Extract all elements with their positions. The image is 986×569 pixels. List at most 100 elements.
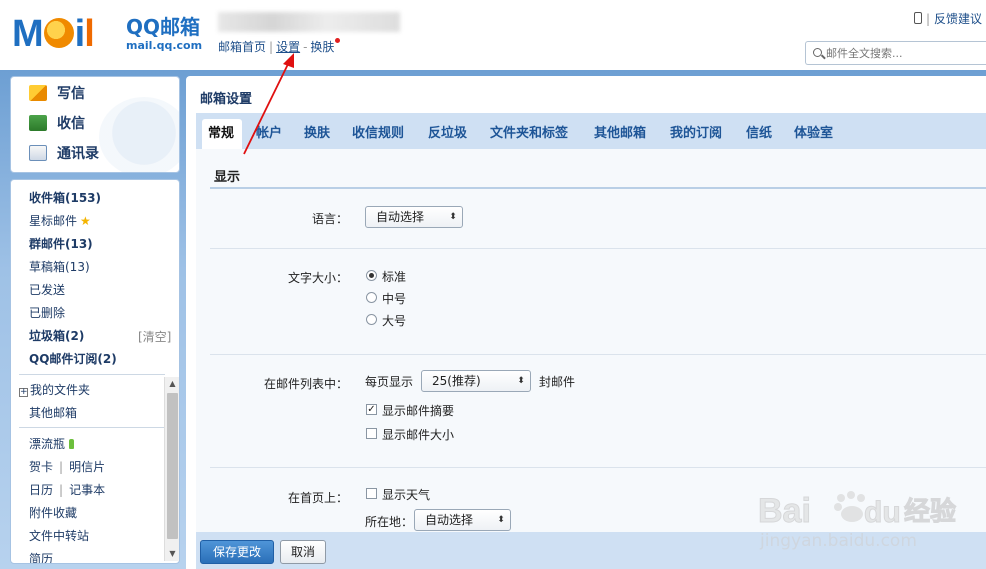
top-nav: 邮箱首页 | 设置 - 换肤 [218,38,341,55]
logo-o-icon [43,18,74,48]
address-book-icon [29,145,47,161]
app-attachments[interactable]: 附件收藏 [29,505,77,521]
pipe-separator: | [59,483,64,497]
tab-subscriptions[interactable]: 我的订阅 [670,122,722,141]
apps-cards-row: 贺卡 | 明信片 [29,459,105,475]
show-summary-label[interactable]: 显示邮件摘要 [382,402,454,419]
app-drift-bottle[interactable]: 漂流瓶 [29,436,75,452]
section-title: 显示 [214,170,241,185]
tab-rules[interactable]: 收信规则 [352,122,404,141]
header: Mil QQ邮箱 mail.qq.com 邮箱首页 | 设置 - 换肤 | 反馈建议 [0,0,986,70]
receive-label: 收信 [57,116,85,132]
drift-bottle-label: 漂流瓶 [29,437,66,451]
receive-button[interactable]: 收信 [29,115,85,133]
homepage-label: 在首页上： [287,491,348,505]
scroll-up-icon[interactable]: ▲ [165,377,179,391]
logo-domain: mail.qq.com [126,39,203,52]
folder-divider [19,427,165,428]
nav-settings-link[interactable]: 设置 [276,38,300,55]
mobile-phone-icon[interactable] [913,12,922,24]
search-icon[interactable] [813,48,822,57]
folder-divider [19,374,165,375]
app-file-transfer[interactable]: 文件中转站 [29,528,89,544]
new-dot-icon [335,38,341,43]
font-size-large-label[interactable]: 大号 [382,312,406,329]
scroll-down-icon[interactable]: ▼ [165,547,179,561]
font-size-standard-radio[interactable] [366,270,377,281]
app-resume[interactable]: 简历 [29,551,53,563]
compose-icon [29,85,47,101]
location-select[interactable]: 自动选择 ⬍ [414,509,511,531]
show-size-checkbox[interactable] [366,428,377,439]
settings-panel: 邮箱设置 常规 帐户 换肤 收信规则 反垃圾 文件夹和标签 其他邮箱 我的订阅 … [186,76,986,569]
folder-group[interactable]: 群邮件(13) [29,236,93,252]
pipe-separator: | [59,460,64,474]
settings-content: 显示 语言： 自动选择 ⬍ 文字大小： 标准 中号 大号 在邮件列表中： 每页显示… [196,149,986,532]
compose-button[interactable]: 写信 [29,85,85,103]
per-page-select[interactable]: 25(推荐) ⬍ [421,370,531,392]
folder-starred-label: 星标邮件 [29,214,78,228]
tab-folders-labels[interactable]: 文件夹和标签 [490,122,568,141]
nav-home-link[interactable]: 邮箱首页 [218,38,266,55]
folder-my-folders[interactable]: + 我的文件夹 [19,382,90,398]
folder-inbox[interactable]: 收件箱(153) [29,190,101,206]
tab-general[interactable]: 常规 [208,122,234,141]
tab-account[interactable]: 帐户 [256,122,282,141]
quick-actions-panel: 写信 收信 通讯录 [10,76,180,173]
tab-lab[interactable]: 体验室 [794,122,833,141]
location-value: 自动选择 [425,513,474,527]
search-box [805,41,986,65]
sidebar-scrollbar[interactable]: ▲ ▼ [164,377,179,561]
folder-trash[interactable]: 垃圾箱(2) [29,328,84,344]
tab-antispam[interactable]: 反垃圾 [428,122,467,141]
apps-calendar-row: 日历 | 记事本 [29,482,105,498]
settings-tab-bar: 常规 帐户 换肤 收信规则 反垃圾 文件夹和标签 其他邮箱 我的订阅 信纸 体验… [196,113,986,149]
folder-list-panel: 收件箱(153) 星标邮件 ★ 群邮件(13) 草稿箱(13) 已发送 已删除 垃… [10,179,180,564]
folder-deleted[interactable]: 已删除 [29,305,65,321]
show-weather-label[interactable]: 显示天气 [382,486,430,503]
app-calendar[interactable]: 日历 [29,483,53,497]
row-divider [210,354,986,355]
per-page-prefix: 每页显示 [365,375,414,389]
contacts-button[interactable]: 通讯录 [29,145,99,163]
user-email-blurred [218,12,400,32]
scroll-thumb[interactable] [167,393,178,539]
tab-stationery[interactable]: 信纸 [746,122,772,141]
action-bar: 保存更改 取消 [196,532,986,569]
font-size-medium-label[interactable]: 中号 [382,290,406,307]
folder-drafts[interactable]: 草稿箱(13) [29,259,90,275]
nav-skin-link[interactable]: 换肤 [310,38,334,55]
location-label: 所在地： [365,515,414,529]
inbox-download-icon [29,115,47,131]
save-button[interactable]: 保存更改 [200,540,274,564]
contacts-label: 通讯录 [57,146,99,162]
app-notebook[interactable]: 记事本 [69,483,105,497]
tab-skin[interactable]: 换肤 [304,122,330,141]
font-size-standard-label[interactable]: 标准 [382,268,406,285]
cancel-button[interactable]: 取消 [280,540,326,564]
folder-sent[interactable]: 已发送 [29,282,65,298]
expand-plus-icon[interactable]: + [19,388,28,397]
show-summary-checkbox[interactable]: ✓ [366,404,377,415]
tab-other-mailboxes[interactable]: 其他邮箱 [594,122,646,141]
folder-starred[interactable]: 星标邮件 ★ [29,213,91,229]
star-icon: ★ [80,214,91,228]
folder-subscriptions[interactable]: QQ邮件订阅(2) [29,351,117,367]
show-size-label[interactable]: 显示邮件大小 [382,426,454,443]
font-size-medium-radio[interactable] [366,292,377,303]
qq-mail-logo[interactable]: Mil QQ邮箱 mail.qq.com [12,12,207,56]
search-input[interactable] [826,45,981,61]
clear-trash-link[interactable]: [清空] [138,328,171,345]
penguin-watermark-icon [99,97,179,172]
font-size-large-radio[interactable] [366,314,377,325]
language-select[interactable]: 自动选择 ⬍ [365,206,463,228]
folder-other-mailboxes[interactable]: 其他邮箱 [29,405,77,421]
app-postcards[interactable]: 明信片 [69,460,105,474]
show-weather-checkbox[interactable] [366,488,377,499]
feedback-link[interactable]: 反馈建议 [934,12,982,26]
logo-wordmark: Mil [12,13,95,55]
app-cards[interactable]: 贺卡 [29,460,53,474]
feedback-separator: | [925,12,930,26]
per-page-value: 25(推荐) [432,374,481,388]
nav-separator: | [269,40,274,54]
